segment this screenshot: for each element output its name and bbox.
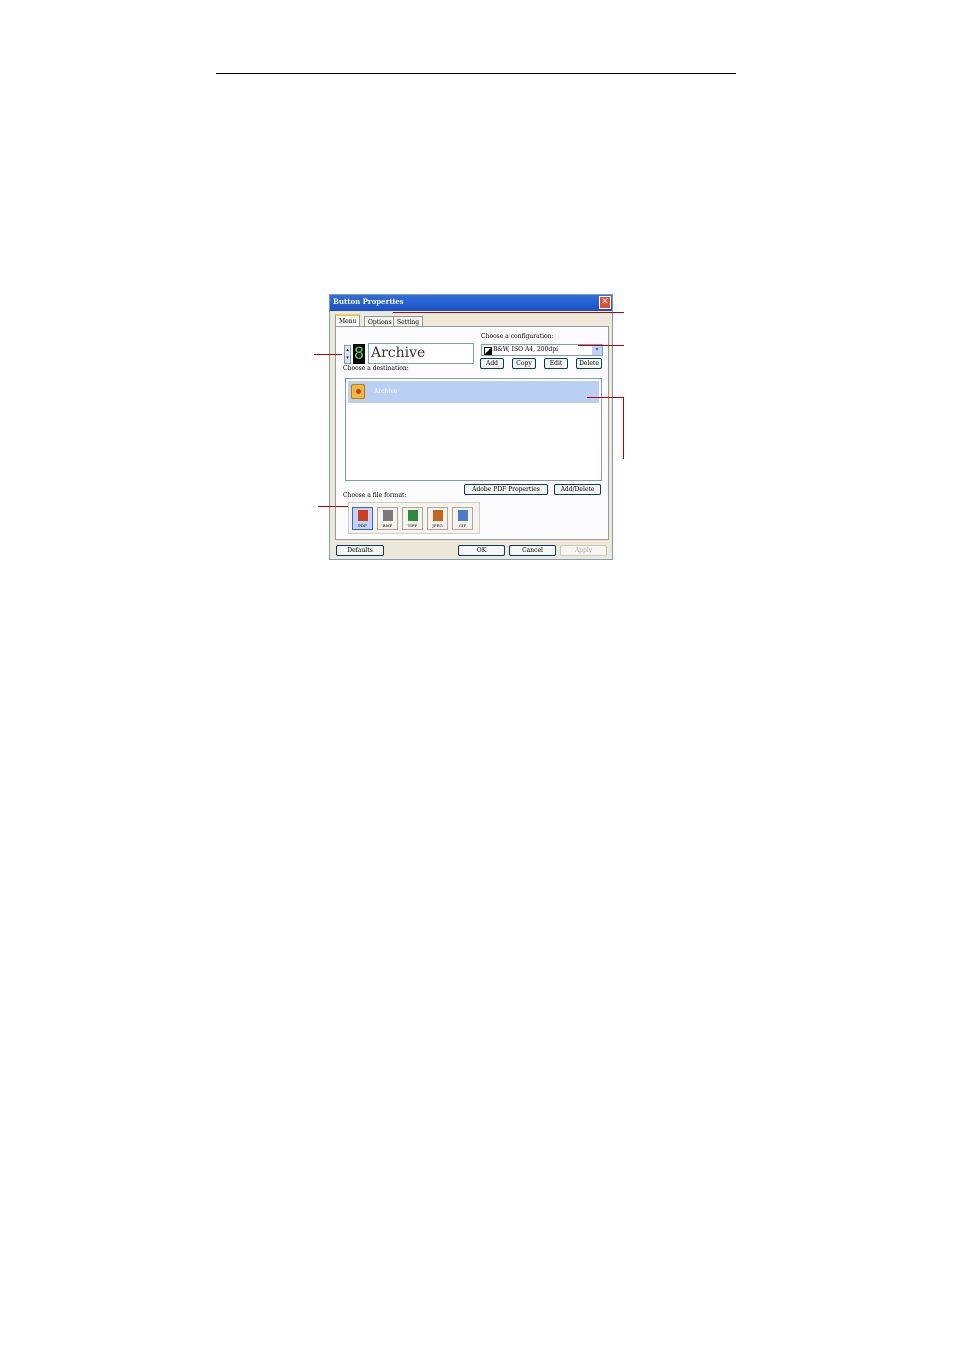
jpeg-icon bbox=[433, 510, 443, 521]
adobe-pdf-properties-button[interactable]: Adobe PDF Properties bbox=[464, 484, 548, 495]
button-number-spinner[interactable]: ▴ ▾ bbox=[344, 345, 351, 364]
button-number-display: 8 bbox=[353, 344, 365, 364]
destination-label: Choose a destination: bbox=[343, 365, 409, 372]
delete-config-button[interactable]: Delete bbox=[576, 358, 602, 369]
format-label: GIF bbox=[458, 523, 467, 528]
close-icon: ✕ bbox=[601, 297, 609, 307]
defaults-button[interactable]: Defaults bbox=[336, 545, 384, 556]
spin-down-icon[interactable]: ▾ bbox=[345, 354, 350, 362]
archive-folder-icon bbox=[351, 384, 365, 399]
destination-list[interactable]: Archive bbox=[345, 378, 602, 481]
format-label: JPEG bbox=[432, 523, 443, 528]
bmp-icon bbox=[383, 510, 393, 521]
gif-icon bbox=[458, 510, 468, 521]
format-tiff-button[interactable]: TIFF bbox=[402, 507, 423, 530]
file-format-group: PDF BMP TIFF JPEG GIF bbox=[348, 502, 480, 534]
callout-line-configuration bbox=[578, 345, 624, 346]
bw-config-icon bbox=[484, 347, 492, 355]
menu-tab-panel: ▴ ▾ 8 Archive Choose a configuration: B&… bbox=[335, 326, 609, 540]
callout-line-destination bbox=[587, 397, 624, 398]
file-format-label: Choose a file format: bbox=[343, 492, 407, 499]
page-header-rule bbox=[216, 73, 736, 74]
dialog-title: Button Properties bbox=[333, 297, 404, 306]
format-jpeg-button[interactable]: JPEG bbox=[427, 507, 448, 530]
format-label: TIFF bbox=[407, 523, 418, 528]
apply-button[interactable]: Apply bbox=[560, 545, 607, 556]
cancel-button[interactable]: Cancel bbox=[509, 545, 556, 556]
tiff-icon bbox=[408, 510, 418, 521]
format-bmp-button[interactable]: BMP bbox=[377, 507, 398, 530]
configuration-value: B&W, ISO A4, 200dpi bbox=[493, 346, 559, 353]
copy-config-button[interactable]: Copy bbox=[512, 358, 536, 369]
title-bar[interactable]: Button Properties ✕ bbox=[330, 295, 612, 311]
chevron-down-icon[interactable]: ▾ bbox=[592, 345, 602, 355]
format-gif-button[interactable]: GIF bbox=[452, 507, 473, 530]
callout-line-destination-vertical bbox=[623, 397, 624, 459]
callout-line-file-format bbox=[318, 506, 348, 507]
format-label: PDF bbox=[358, 523, 367, 528]
add-config-button[interactable]: Add bbox=[480, 358, 504, 369]
callout-line-button-number bbox=[314, 354, 342, 355]
add-delete-button[interactable]: Add/Delete bbox=[554, 484, 601, 495]
callout-line-tabs bbox=[393, 312, 624, 313]
format-pdf-button[interactable]: PDF bbox=[352, 507, 373, 530]
button-name-field[interactable]: Archive bbox=[368, 343, 474, 364]
edit-config-button[interactable]: Edit bbox=[544, 358, 568, 369]
list-item[interactable]: Archive bbox=[348, 381, 599, 403]
configuration-label: Choose a configuration: bbox=[481, 333, 554, 340]
spin-up-icon[interactable]: ▴ bbox=[345, 346, 350, 354]
close-button[interactable]: ✕ bbox=[599, 296, 611, 309]
button-properties-dialog: Button Properties ✕ Menu Options Setting… bbox=[329, 294, 613, 560]
ok-button[interactable]: OK bbox=[458, 545, 505, 556]
destination-item-label: Archive bbox=[374, 388, 398, 395]
format-label: BMP bbox=[382, 523, 393, 528]
pdf-icon bbox=[358, 510, 368, 521]
